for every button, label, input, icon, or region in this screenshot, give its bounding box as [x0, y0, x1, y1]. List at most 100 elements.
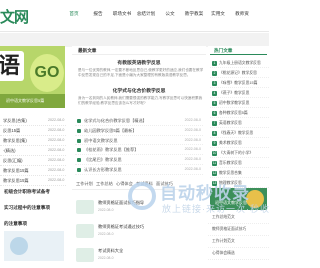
banner-caption: 初中语文教学反思5篇	[6, 98, 45, 103]
tab-experience[interactable]: 心得体会	[116, 181, 133, 187]
list-item[interactable]: 教师资格证面试技巧指导 2022-08-0	[76, 196, 202, 220]
list-item-title: 教学反思15篇	[3, 178, 29, 183]
rank-badge: 7	[212, 120, 217, 126]
list-item[interactable]: 5 初中数学教学反思	[210, 98, 269, 108]
list-item-date: 2022-08-0	[98, 256, 114, 260]
rank-badge: 1	[212, 60, 217, 66]
nav-item-teacher[interactable]: 教师资	[230, 10, 254, 18]
list-item[interactable]: 《桂花雨》教学反思【推荐】 2022-08-0	[75, 145, 203, 156]
article-thumbnail[interactable]	[4, 231, 64, 261]
list-item[interactable]: 反思15篇 2022-08-0	[0, 126, 66, 136]
list-item[interactable]: 2 《桃花源记》教学反思	[210, 68, 269, 78]
banner-caption-bar: 初中语文教学反思5篇	[0, 94, 65, 108]
list-item-date: 2022-08-0	[48, 128, 65, 132]
hot-articles-panel: 热门文章 1 九年级上册语文教学反思 2 《桃花源记》教学反思 3 《咏雪》教学反思1…	[208, 46, 269, 210]
list-item[interactable]: 10 《大青树下的小学》	[210, 148, 269, 158]
site-header: 文网 首页 报告 职场文书 总结计划 公文 教学教案 实用文 教师资	[0, 0, 269, 32]
banner-char: 语	[0, 51, 24, 81]
list-item[interactable]: 13 物理教学反思	[210, 178, 269, 188]
list-item-title: 《桂花雨》教学反思【推荐】	[84, 147, 139, 153]
list-item[interactable]: 心得体会精选	[208, 248, 269, 260]
category-tabs: 工作计划 工作总结 心得体会 考试资料 面试技巧	[72, 178, 206, 190]
list-item[interactable]: 实习过程中的注意事项	[0, 201, 70, 217]
list-item-title: 物理教学反思	[219, 180, 242, 185]
list-item[interactable]: 工作计划范文	[208, 236, 269, 248]
list-item[interactable]: 初中语文教学反思 2022-08-0	[75, 136, 203, 146]
list-item-title: 教师资格证面试技巧	[212, 227, 247, 231]
list-item-title: ·(精选)	[3, 148, 16, 153]
tab-exam-materials[interactable]: 考试资料	[136, 181, 153, 187]
list-item[interactable]: 6 各种教学反思5篇	[210, 108, 269, 118]
list-item-title: 认识长方形教学反思	[84, 166, 122, 172]
tab-interview-tips[interactable]: 面试技巧	[156, 181, 173, 187]
nav-item-workplace[interactable]: 职场文书	[110, 10, 134, 18]
list-item-title: 《大青树下的小学》	[219, 150, 254, 155]
list-item[interactable]: 1 九年级上册语文教学反思	[210, 58, 269, 68]
featured-banner[interactable]: 语 GO 初中语文教学反思5篇	[0, 46, 65, 108]
site-logo[interactable]: 文网	[0, 6, 29, 27]
list-item-title: 的注意事项	[4, 221, 27, 226]
list-item[interactable]: 11 音乐教学反思	[210, 158, 269, 168]
list-item-title: 音乐教学反思	[219, 160, 242, 165]
list-item-date: 2022-08-0	[184, 127, 201, 132]
list-item[interactable]: 初级会计职称考试备考	[0, 185, 70, 201]
list-item[interactable]: 认识长方形教学反思 2022-08-0	[75, 165, 203, 175]
list-item[interactable]: 7 英语教学反思	[210, 118, 269, 128]
bullet-icon	[77, 128, 81, 133]
lower-middle-panel: 教师资格证面试技巧指导 2022-08-0 教师资格证考试通过技巧 2022-08-…	[72, 192, 206, 268]
nav-item-teaching[interactable]: 教学教案	[182, 10, 206, 18]
list-item[interactable]: 教学反思15篇 2022-08-0	[0, 166, 66, 176]
featured-article-title[interactable]: 化学式与化合价教学反思	[72, 87, 206, 94]
list-item[interactable]: 9 美术教学反思	[210, 138, 269, 148]
nav-item-official[interactable]: 公文	[158, 10, 182, 18]
section-title: 最新文章	[78, 48, 97, 53]
list-item-title: 初级会计职称考试备考	[4, 189, 50, 194]
list-item[interactable]: 教学反思(集) 2022-08-0	[0, 136, 66, 146]
list-item-title: 教学反思合集	[219, 170, 242, 175]
list-item-title: 化学式与化合价教学反思【精选】	[84, 118, 147, 123]
list-item-date: 2022-08-0	[48, 148, 65, 152]
list-item[interactable]: 化学式与化合价教学反思【精选】 2022-08-0	[75, 116, 203, 126]
list-item-title: 心得体会精选	[212, 251, 235, 255]
nav-item-practical[interactable]: 实用文	[206, 10, 230, 18]
lower-left-panel: 初级会计职称考试备考 实习过程中的注意事项 的注意事项	[0, 185, 70, 268]
list-item-title: 教学反思15篇	[3, 168, 29, 173]
list-item[interactable]: 幼儿园教学反思5篇【最新】 2022-08-0	[75, 126, 203, 136]
nav-item-home[interactable]: 首页	[62, 10, 86, 18]
list-item-title: 反思15篇	[3, 128, 21, 133]
sidebar-promo-image[interactable]: 初中语文教学反思	[210, 188, 267, 210]
rank-badge: 3	[212, 80, 217, 86]
hot-article-list: 1 九年级上册语文教学反思 2 《桃花源记》教学反思 3 《咏雪》教学反思15篇 4 《…	[210, 58, 269, 188]
featured-article-title[interactable]: 有教版英语教学反思	[72, 59, 206, 66]
section-header: 热门文章	[210, 46, 267, 55]
tab-work-summary[interactable]: 工作总结	[96, 181, 113, 187]
list-item-title: 教学反思(集)	[3, 138, 27, 143]
list-item-title: 初中语文教学反思	[84, 137, 118, 143]
rank-badge: 11	[212, 160, 217, 166]
nav-item-reports[interactable]: 报告	[86, 10, 110, 18]
list-item[interactable]: 3 《咏雪》教学反思15篇	[210, 78, 269, 88]
list-item-title: 《桃花源记》教学反思	[219, 70, 257, 75]
tab-work-plan[interactable]: 工作计划	[76, 181, 93, 187]
list-item-title: 工作计划范文	[212, 239, 235, 243]
list-item[interactable]: 教师资格证考试通过技巧 2022-08-0	[76, 220, 202, 244]
list-item[interactable]: 反思(汇编) 2022-08-0	[0, 156, 66, 166]
bullet-icon	[77, 138, 81, 143]
nav-item-summary[interactable]: 总结计划	[134, 10, 158, 18]
list-item[interactable]: 8 《找春天》教学反思	[210, 128, 269, 138]
list-item-date: 2022-08-0	[184, 147, 201, 152]
list-item-title: 美术教学反思	[219, 140, 242, 145]
list-item[interactable]: 工作总结范文	[208, 212, 269, 224]
list-item-date: 2022-08-0	[48, 158, 65, 162]
list-item[interactable]: 教师资格证面试技巧	[208, 224, 269, 236]
list-item-title: 初中数学教学反思	[219, 100, 250, 105]
list-item[interactable]: 学反思(合集) 2022-08-0	[0, 116, 66, 126]
list-item-date: 2022-08-0	[98, 232, 114, 236]
list-item[interactable]: 12 教学反思合集	[210, 168, 269, 178]
list-item[interactable]: 4 《燕子》教学反思	[210, 88, 269, 98]
list-item[interactable]: ·(精选) 2022-08-0	[0, 146, 66, 156]
list-item[interactable]: 《比尾巴》教学反思 2022-08-0	[75, 155, 203, 165]
list-item-title: 教师资格证面试技巧指导	[98, 200, 145, 205]
list-item[interactable]: 考试资料大全 2022-08-0	[76, 244, 202, 268]
rank-badge: 5	[212, 100, 217, 106]
